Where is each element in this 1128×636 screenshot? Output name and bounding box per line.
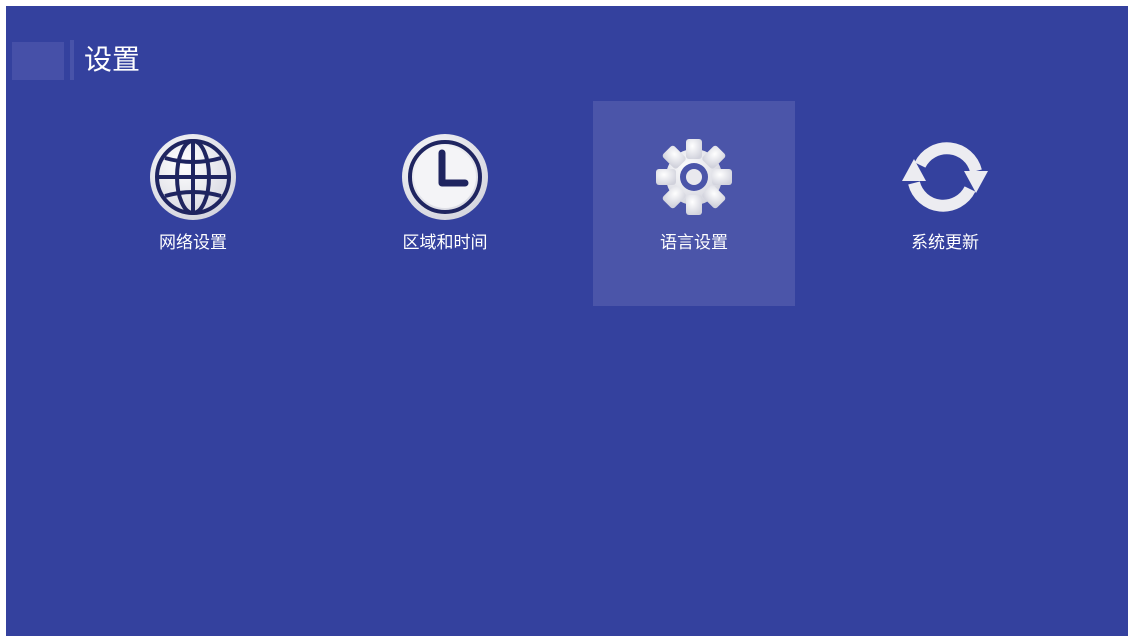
app-logo xyxy=(12,42,64,80)
settings-screen: 设置 网络设置 区域和时间 语言设置 系统更新 xyxy=(6,6,1128,636)
menu-tile-label: 系统更新 xyxy=(911,233,979,253)
menu-tile-region-time[interactable]: 区域和时间 xyxy=(344,101,546,306)
menu-tile-language[interactable]: 语言设置 xyxy=(593,101,795,306)
gear-icon xyxy=(593,131,795,223)
header-divider xyxy=(70,40,74,80)
menu-tile-system-update[interactable]: 系统更新 xyxy=(844,101,1046,306)
clock-icon xyxy=(344,131,546,223)
menu-tile-label: 区域和时间 xyxy=(402,233,488,253)
menu-tile-label: 语言设置 xyxy=(660,233,728,253)
menu-tile-label: 网络设置 xyxy=(159,233,227,253)
refresh-icon xyxy=(844,131,1046,223)
menu-tile-network[interactable]: 网络设置 xyxy=(92,101,294,306)
page-title: 设置 xyxy=(84,43,141,76)
globe-icon xyxy=(92,131,294,223)
